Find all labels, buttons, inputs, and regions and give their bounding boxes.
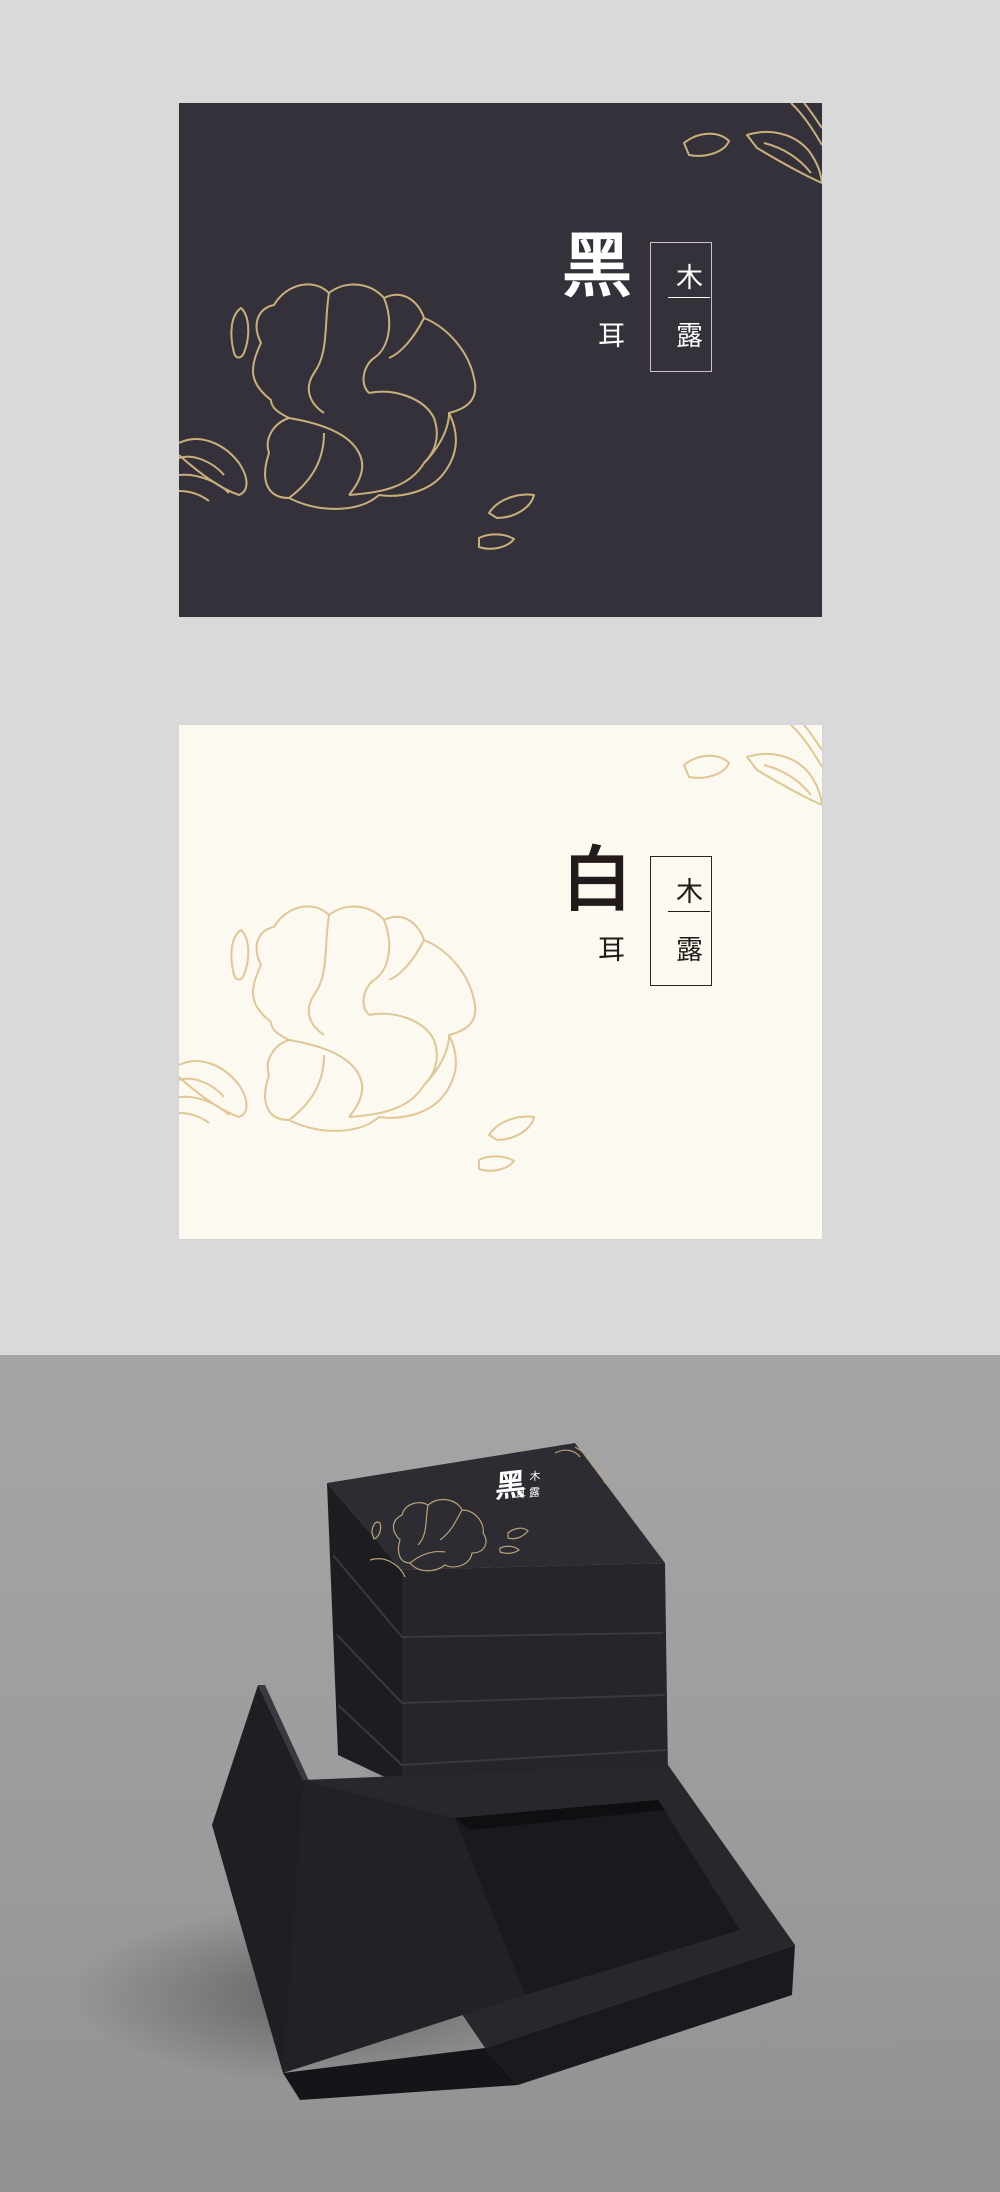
dark-packaging-panel: 黑 木 耳 露: [179, 103, 822, 617]
logo-character-lu: 露: [676, 935, 703, 966]
logo-divider: [668, 297, 710, 298]
box-logo-character-lu: 露: [528, 1485, 541, 1500]
logo-frame: [650, 856, 712, 986]
brand-logo: 白 木 耳 露: [562, 845, 762, 1009]
logo-character-lu: 露: [676, 321, 703, 352]
logo-character-er: 耳: [598, 935, 625, 966]
logo-character-mu: 木: [676, 263, 703, 294]
brand-logo: 黑 木 耳 露: [562, 231, 762, 395]
logo-frame: [650, 242, 712, 372]
logo-character-mu: 木: [676, 877, 703, 908]
box-mockup-scene: 黑 木 耳 露: [0, 1355, 1000, 2192]
logo-character-er: 耳: [598, 321, 625, 352]
box-logo-character-mu: 木: [529, 1469, 541, 1484]
logo-big-character: 黑: [562, 224, 632, 307]
light-packaging-panel: 白 木 耳 露: [179, 725, 822, 1239]
logo-divider: [668, 911, 710, 912]
box-logo-character-er: 耳: [514, 1486, 527, 1502]
logo-big-character: 白: [562, 838, 632, 921]
